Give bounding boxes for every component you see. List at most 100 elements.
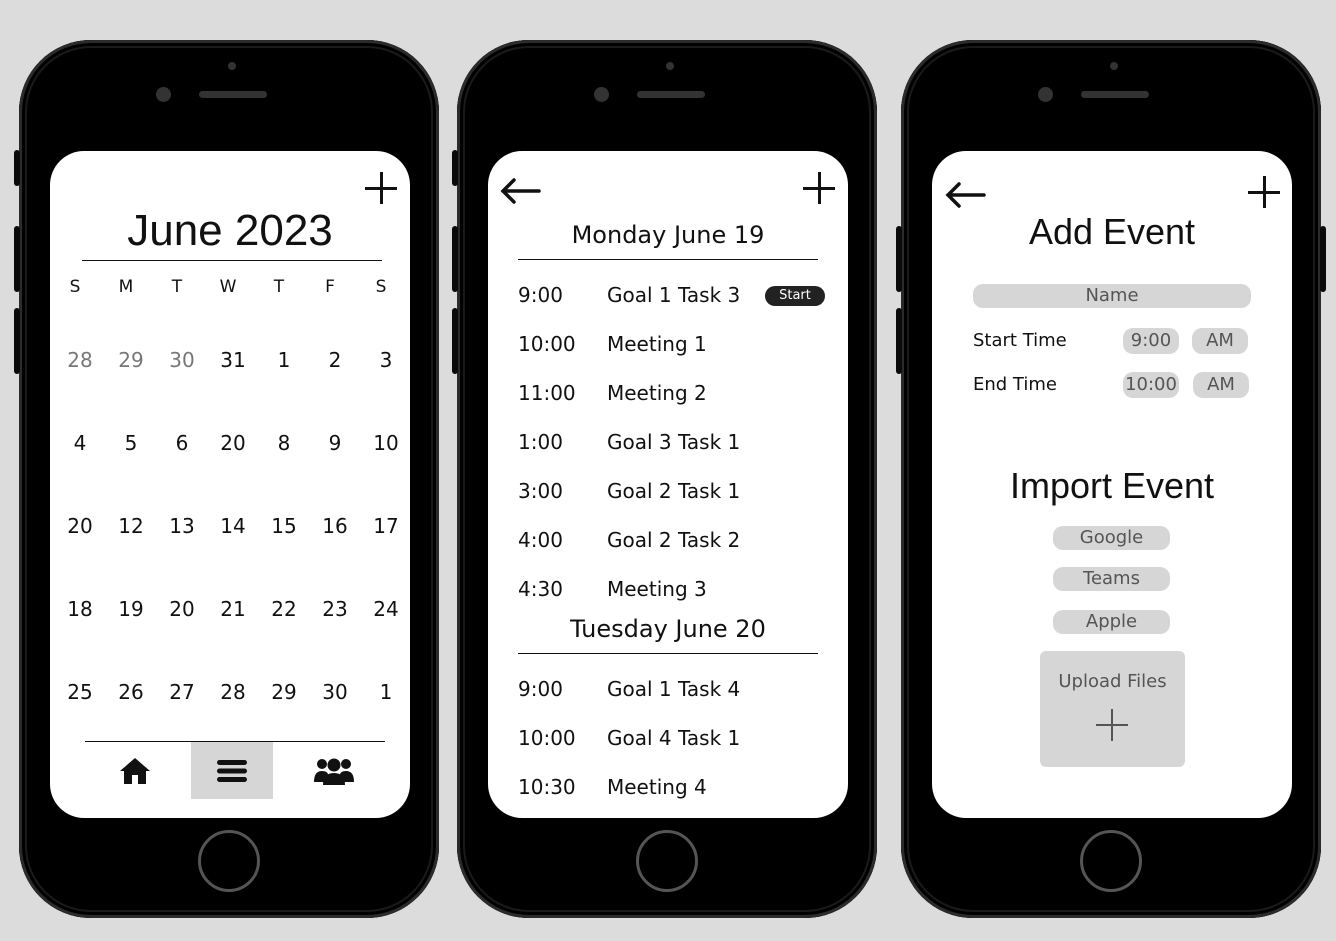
event-time: 9:00 [518, 283, 563, 307]
side-button [896, 308, 902, 374]
home-icon [120, 757, 150, 784]
weekday-label: W [219, 277, 237, 297]
calendar-day[interactable]: 1 [366, 680, 406, 704]
event-time: 10:00 [518, 332, 576, 356]
side-button [452, 150, 458, 186]
divider [82, 260, 382, 261]
home-button[interactable] [1080, 830, 1142, 892]
home-button[interactable] [636, 830, 698, 892]
calendar-day[interactable]: 28 [60, 348, 100, 372]
front-camera [594, 87, 609, 102]
calendar-day[interactable]: 28 [213, 680, 253, 704]
weekday-label: F [325, 277, 335, 297]
calendar-day[interactable]: 3 [366, 348, 406, 372]
calendar-day[interactable]: 13 [162, 514, 202, 538]
calendar-day[interactable]: 29 [264, 680, 304, 704]
add-event-screen: Add Event Name Start Time 9:00 AM End Ti… [932, 151, 1292, 818]
calendar-day[interactable]: 23 [315, 597, 355, 621]
side-button [896, 226, 902, 292]
calendar-day[interactable]: 20 [213, 431, 253, 455]
calendar-day[interactable]: 6 [162, 431, 202, 455]
calendar-day[interactable]: 27 [162, 680, 202, 704]
calendar-day[interactable]: 14 [213, 514, 253, 538]
calendar-day[interactable]: 22 [264, 597, 304, 621]
calendar-day[interactable]: 2 [315, 348, 355, 372]
import-teams-button[interactable]: Teams [1053, 567, 1170, 591]
end-time-input[interactable]: 10:00 [1123, 372, 1179, 398]
calendar-day[interactable]: 29 [111, 348, 151, 372]
event-time: 10:00 [518, 726, 576, 750]
start-ampm-select[interactable]: AM [1192, 328, 1248, 354]
side-button [14, 308, 20, 374]
event-title: Goal 3 Task 1 [607, 430, 741, 454]
nav-group-button[interactable] [293, 742, 375, 799]
calendar-day[interactable]: 4 [60, 431, 100, 455]
phone-calendar: June 2023 SMTWTFS 28 29 30 31 1 2 3 4 5 6 20 8 9 10 20… [14, 40, 439, 918]
add-icon[interactable] [803, 172, 835, 204]
event-title: Goal 2 Task 2 [607, 528, 741, 552]
weekday-label: S [375, 277, 387, 297]
calendar-day[interactable]: 18 [60, 597, 100, 621]
side-button [452, 308, 458, 374]
event-title: Goal 2 Task 1 [607, 479, 741, 503]
upload-files-button[interactable]: Upload Files [1040, 651, 1185, 767]
sensor [666, 62, 674, 70]
add-event-title: Add Event [1028, 211, 1196, 252]
side-button [452, 226, 458, 292]
calendar-day[interactable]: 30 [162, 348, 202, 372]
event-title: Meeting 4 [607, 775, 707, 799]
nav-home-button[interactable] [94, 742, 176, 799]
calendar-day[interactable]: 16 [315, 514, 355, 538]
calendar-day[interactable]: 21 [213, 597, 253, 621]
event-title: Meeting 2 [607, 381, 707, 405]
calendar-day[interactable]: 10 [366, 431, 406, 455]
calendar-day[interactable]: 19 [111, 597, 151, 621]
weekday-label: M [118, 277, 134, 297]
calendar-day[interactable]: 25 [60, 680, 100, 704]
calendar-day[interactable]: 31 [213, 348, 253, 372]
name-input[interactable]: Name [973, 284, 1251, 308]
earpiece-speaker [1081, 91, 1149, 98]
group-icon [314, 758, 354, 785]
event-title: Meeting 1 [607, 332, 707, 356]
weekday-header: SMTWTFS [55, 277, 410, 297]
day-heading: Tuesday June 20 [570, 615, 766, 643]
phone-add-event: Add Event Name Start Time 9:00 AM End Ti… [896, 40, 1326, 918]
divider [518, 259, 818, 260]
calendar-day[interactable]: 15 [264, 514, 304, 538]
calendar-day[interactable]: 9 [315, 431, 355, 455]
event-time: 4:00 [518, 528, 563, 552]
start-button[interactable]: Start [765, 286, 825, 306]
home-button[interactable] [198, 830, 260, 892]
calendar-day[interactable]: 17 [366, 514, 406, 538]
calendar-day[interactable]: 8 [264, 431, 304, 455]
calendar-day[interactable]: 5 [111, 431, 151, 455]
back-arrow-icon[interactable] [499, 176, 541, 206]
add-icon[interactable] [365, 172, 397, 204]
calendar-screen: June 2023 SMTWTFS 28 29 30 31 1 2 3 4 5 6 20 8 9 10 20… [50, 151, 410, 818]
event-title: Meeting 3 [607, 577, 707, 601]
schedule-screen: Monday June 19 9:00 Goal 1 Task 3 Start 10:0… [488, 151, 848, 818]
start-time-input[interactable]: 9:00 [1123, 328, 1179, 354]
earpiece-speaker [637, 91, 705, 98]
add-icon[interactable] [1248, 176, 1280, 208]
calendar-day[interactable]: 1 [264, 348, 304, 372]
import-event-title: Import Event [1009, 465, 1215, 506]
event-time: 4:30 [518, 577, 563, 601]
calendar-day[interactable]: 24 [366, 597, 406, 621]
event-time: 11:00 [518, 381, 576, 405]
calendar-day[interactable]: 20 [60, 514, 100, 538]
event-time: 1:00 [518, 430, 563, 454]
import-apple-button[interactable]: Apple [1053, 610, 1170, 634]
earpiece-speaker [199, 91, 267, 98]
import-google-button[interactable]: Google [1053, 526, 1170, 550]
event-title: Goal 4 Task 1 [607, 726, 741, 750]
nav-menu-button[interactable] [191, 742, 273, 799]
calendar-day[interactable]: 26 [111, 680, 151, 704]
calendar-day[interactable]: 12 [111, 514, 151, 538]
calendar-day[interactable]: 20 [162, 597, 202, 621]
end-ampm-select[interactable]: AM [1193, 372, 1249, 398]
event-time: 10:30 [518, 775, 576, 799]
back-arrow-icon[interactable] [944, 180, 986, 210]
calendar-day[interactable]: 30 [315, 680, 355, 704]
